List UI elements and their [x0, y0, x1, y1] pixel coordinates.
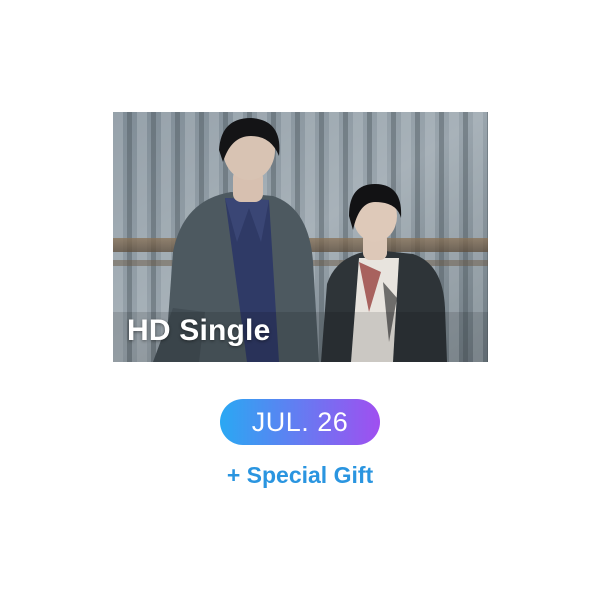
format-label: HD Single [127, 314, 271, 347]
artist-photo: HD Single [113, 112, 488, 362]
special-gift-text: + Special Gift [226, 462, 374, 488]
release-date-badge: JUL. 26 [220, 399, 380, 445]
promo-card: HD Single JUL. 26 + Special Gift [0, 0, 600, 600]
